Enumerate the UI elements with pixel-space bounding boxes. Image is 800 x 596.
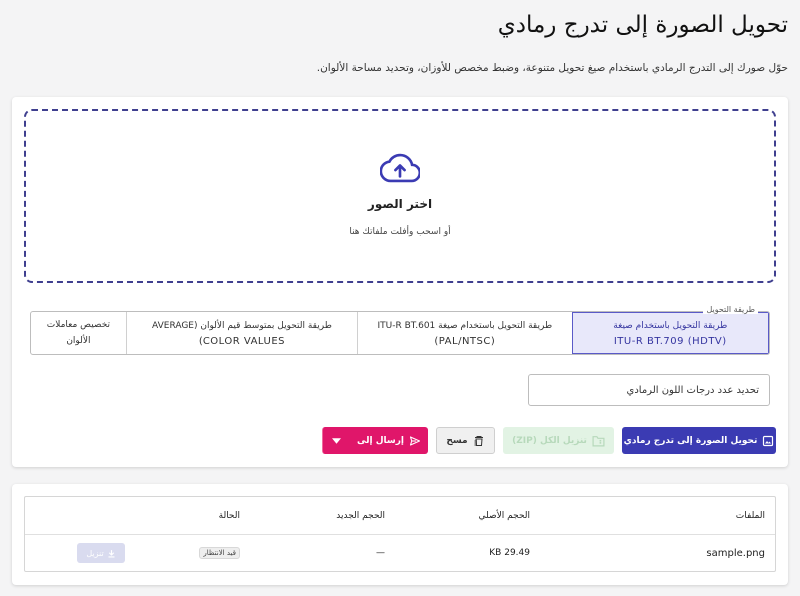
download-label: تنزيل — [86, 548, 104, 558]
files-table: الملفات الحجم الأصلي الحجم الجديد الحالة… — [24, 496, 776, 572]
method-option-text: ITU-R BT.709 (HDTV) — [613, 335, 727, 347]
convert-label: تحويل الصورة إلى تدرج رمادي — [623, 435, 758, 446]
send-to-dropdown[interactable] — [322, 427, 350, 454]
header-original-size: الحجم الأصلي — [478, 510, 530, 521]
method-selector: طريقة التحويل باستخدام صيغة ITU-R BT.709 … — [30, 311, 770, 355]
gray-levels-label: تحديد عدد درجات اللون الرمادي — [626, 384, 760, 396]
status-cell: قيد الانتظار — [199, 535, 240, 571]
header-new-size: الحجم الجديد — [336, 510, 385, 521]
files-card: الملفات الحجم الأصلي الحجم الجديد الحالة… — [12, 484, 788, 585]
method-option-average[interactable]: طريقة التحويل بمتوسط قيم الألوان (AVERAG… — [125, 312, 357, 354]
download-icon — [108, 549, 115, 557]
gray-levels-field[interactable]: تحديد عدد درجات اللون الرمادي — [528, 374, 770, 406]
image-icon — [763, 435, 774, 446]
file-name: sample.png — [706, 547, 765, 559]
caret-down-icon — [332, 437, 341, 444]
send-label: إرسال إلى — [357, 435, 405, 446]
header-files: الملفات — [735, 510, 765, 521]
send-icon — [409, 435, 421, 446]
clear-label: مسح — [446, 435, 468, 446]
method-option-custom[interactable]: تخصيص معاملات الألوان — [31, 312, 126, 354]
folder-zip-icon — [592, 435, 605, 446]
original-size: 29.49 KB — [489, 548, 530, 558]
method-option-bt709[interactable]: طريقة التحويل باستخدام صيغة ITU-R BT.709 … — [571, 312, 769, 354]
send-to-button[interactable]: إرسال إلى — [350, 427, 428, 454]
method-option-text: طريقة التحويل بمتوسط قيم الألوان (AVERAG… — [152, 320, 332, 331]
table-header: الملفات الحجم الأصلي الحجم الجديد الحالة — [25, 497, 775, 535]
page-subtitle: حوّل صورك إلى التدرج الرمادي باستخدام صي… — [316, 62, 788, 74]
method-option-text: تخصيص معاملات — [46, 320, 111, 330]
new-size: — — [376, 548, 385, 558]
convert-button[interactable]: تحويل الصورة إلى تدرج رمادي — [622, 427, 776, 454]
download-button[interactable]: تنزيل — [77, 543, 125, 563]
action-cell: تنزيل — [77, 535, 125, 571]
converter-card: اختر الصور أو اسحب وأفلت ملفاتك هنا طريق… — [12, 97, 788, 467]
method-option-text: طريقة التحويل باستخدام صيغة — [613, 320, 728, 331]
method-option-text: COLOR VALUES) — [198, 335, 285, 347]
cloud-upload-icon — [380, 153, 420, 183]
clear-button[interactable]: مسح — [436, 427, 495, 454]
header-status: الحالة — [218, 510, 240, 521]
method-option-bt601[interactable]: طريقة التحويل باستخدام صيغة ITU-R BT.601… — [357, 312, 571, 354]
method-label: طريقة التحويل — [703, 305, 758, 314]
page-title: تحويل الصورة إلى تدرج رمادي — [497, 12, 788, 38]
status-badge: قيد الانتظار — [199, 547, 240, 559]
method-option-text: (PAL/NTSC) — [434, 335, 496, 347]
method-option-text: طريقة التحويل باستخدام صيغة ITU-R BT.601 — [377, 320, 553, 331]
download-zip-button[interactable]: تنزيل الكل (ZIP) — [503, 427, 614, 454]
zip-label: تنزيل الكل (ZIP) — [512, 435, 587, 446]
table-row: sample.png 29.49 KB — قيد الانتظار تنزيل — [25, 535, 775, 571]
clear-all-icon — [474, 435, 483, 446]
method-option-text: الألوان — [66, 336, 91, 346]
dropzone-title: اختر الصور — [367, 197, 433, 211]
file-dropzone[interactable]: اختر الصور أو اسحب وأفلت ملفاتك هنا — [24, 109, 776, 283]
dropzone-subtitle: أو اسحب وأفلت ملفاتك هنا — [349, 227, 451, 237]
